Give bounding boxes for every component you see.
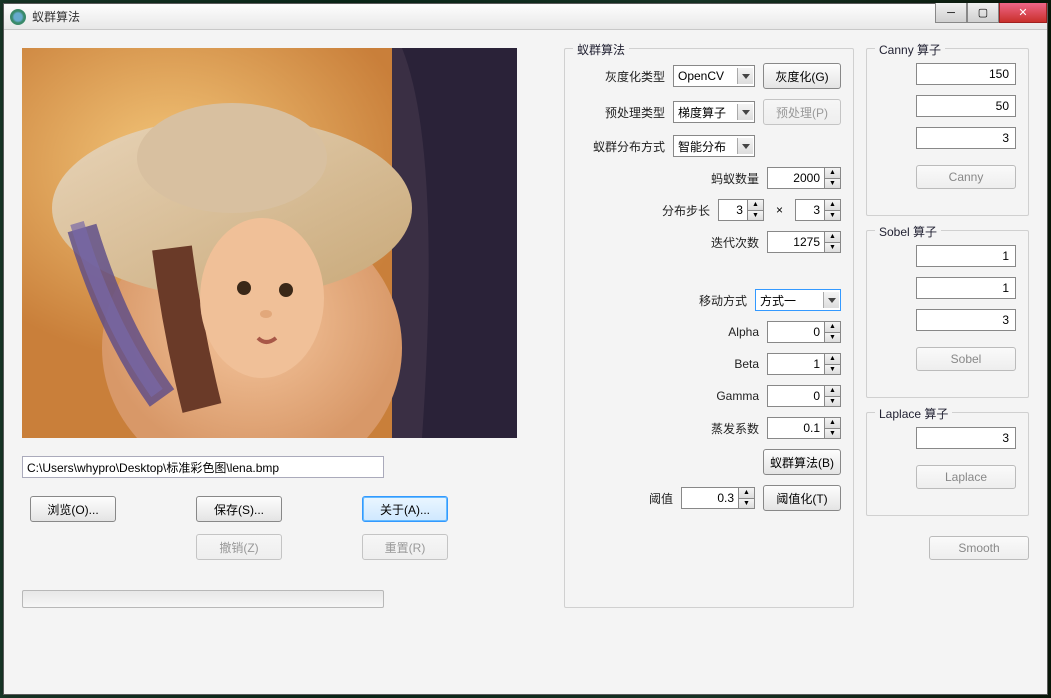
move-label: 移动方式 — [577, 292, 747, 309]
gray-type-label: 灰度化类型 — [577, 68, 665, 85]
thresh-input[interactable]: ▲▼ — [681, 487, 755, 509]
canny-group: Canny 算子 Canny — [866, 48, 1029, 216]
laplace-button[interactable]: Laplace — [916, 465, 1016, 489]
close-button[interactable]: ✕ — [999, 3, 1047, 23]
evap-label: 蒸发系数 — [577, 420, 759, 437]
canny-legend: Canny 算子 — [875, 41, 945, 58]
minimize-button[interactable]: ─ — [935, 3, 967, 23]
move-combo[interactable]: 方式一 — [755, 289, 841, 311]
pre-type-label: 预处理类型 — [577, 104, 665, 121]
gray-type-combo[interactable]: OpenCV — [673, 65, 755, 87]
titlebar[interactable]: 蚁群算法 ─ ▢ ✕ — [4, 4, 1047, 30]
sobel-v2-input[interactable] — [916, 277, 1016, 299]
alpha-input[interactable]: ▲▼ — [767, 321, 841, 343]
step-x-input[interactable]: ▲▼ — [718, 199, 764, 221]
dist-label: 蚁群分布方式 — [577, 138, 665, 155]
step-y-input[interactable]: ▲▼ — [795, 199, 841, 221]
file-path-input[interactable] — [22, 456, 384, 478]
alpha-label: Alpha — [577, 325, 759, 339]
canny-v3-input[interactable] — [916, 127, 1016, 149]
multiply-label: × — [776, 203, 783, 217]
undo-button[interactable]: 撤销(Z) — [196, 534, 282, 560]
smooth-button[interactable]: Smooth — [929, 536, 1029, 560]
threshold-button[interactable]: 阈值化(T) — [763, 485, 841, 511]
laplace-v1-input[interactable] — [916, 427, 1016, 449]
chevron-down-icon — [742, 144, 750, 149]
browse-button[interactable]: 浏览(O)... — [30, 496, 116, 522]
beta-label: Beta — [577, 357, 759, 371]
preprocess-button[interactable]: 预处理(P) — [763, 99, 841, 125]
lena-image — [22, 48, 517, 438]
gamma-input[interactable]: ▲▼ — [767, 385, 841, 407]
aco-group: 蚁群算法 灰度化类型 OpenCV 灰度化(G) 预处理类型 梯度算子 预处理(… — [564, 48, 854, 608]
pre-type-combo[interactable]: 梯度算子 — [673, 101, 755, 123]
dist-combo[interactable]: 智能分布 — [673, 135, 755, 157]
image-preview — [22, 48, 517, 438]
app-icon — [10, 9, 26, 25]
sobel-button[interactable]: Sobel — [916, 347, 1016, 371]
chevron-down-icon — [742, 74, 750, 79]
iter-label: 迭代次数 — [577, 234, 759, 251]
progress-bar — [22, 590, 384, 608]
laplace-legend: Laplace 算子 — [875, 405, 952, 422]
beta-input[interactable]: ▲▼ — [767, 353, 841, 375]
laplace-group: Laplace 算子 Laplace — [866, 412, 1029, 516]
canny-button[interactable]: Canny — [916, 165, 1016, 189]
about-button[interactable]: 关于(A)... — [362, 496, 448, 522]
aco-legend: 蚁群算法 — [573, 41, 629, 58]
reset-button[interactable]: 重置(R) — [362, 534, 448, 560]
window-title: 蚁群算法 — [32, 8, 935, 25]
canny-v2-input[interactable] — [916, 95, 1016, 117]
thresh-label: 阈值 — [577, 490, 673, 507]
sobel-v1-input[interactable] — [916, 245, 1016, 267]
sobel-v3-input[interactable] — [916, 309, 1016, 331]
canny-v1-input[interactable] — [916, 63, 1016, 85]
aco-run-button[interactable]: 蚁群算法(B) — [763, 449, 841, 475]
chevron-down-icon — [742, 110, 750, 115]
chevron-down-icon — [828, 298, 836, 303]
ant-count-label: 蚂蚁数量 — [577, 170, 759, 187]
gamma-label: Gamma — [577, 389, 759, 403]
grayscale-button[interactable]: 灰度化(G) — [763, 63, 841, 89]
iter-input[interactable]: ▲▼ — [767, 231, 841, 253]
step-label: 分布步长 — [577, 202, 710, 219]
app-window: 蚁群算法 ─ ▢ ✕ — [3, 3, 1048, 695]
evap-input[interactable]: ▲▼ — [767, 417, 841, 439]
sobel-group: Sobel 算子 Sobel — [866, 230, 1029, 398]
sobel-legend: Sobel 算子 — [875, 223, 941, 240]
save-button[interactable]: 保存(S)... — [196, 496, 282, 522]
ant-count-input[interactable]: ▲▼ — [767, 167, 841, 189]
maximize-button[interactable]: ▢ — [967, 3, 999, 23]
